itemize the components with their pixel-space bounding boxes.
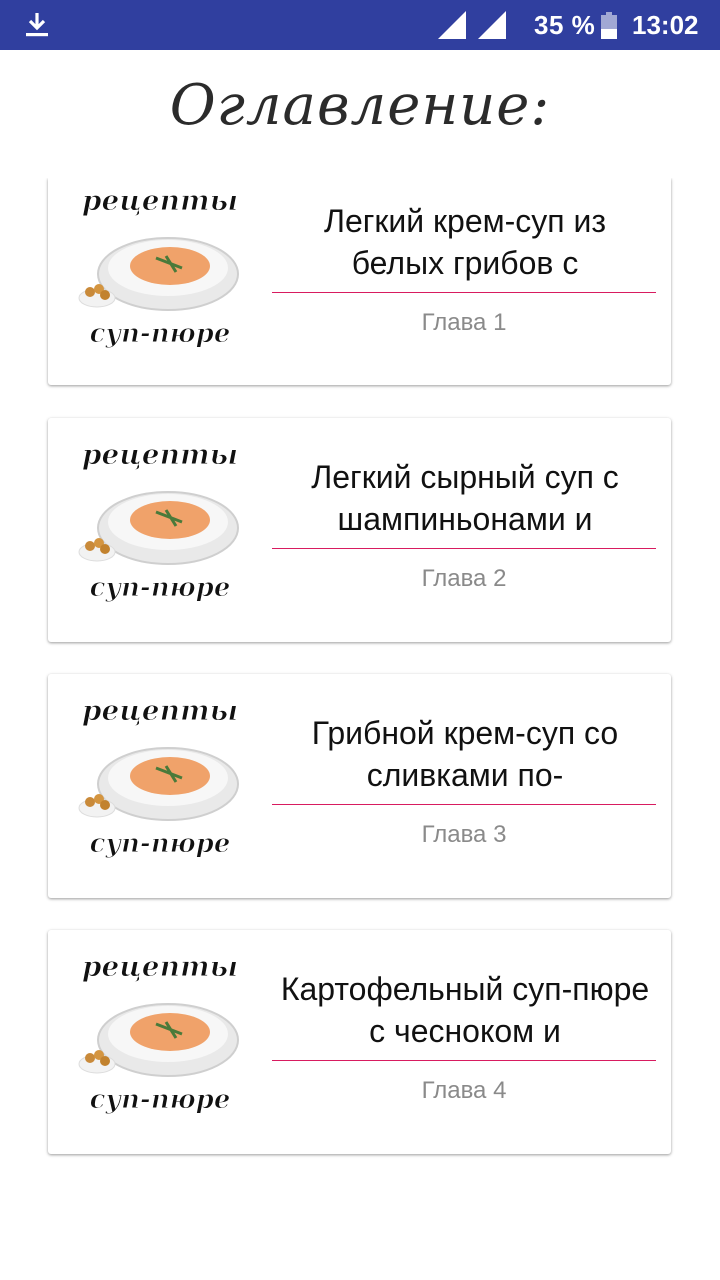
chapter-card[interactable]: рецепты суп-пюре Картофельный суп-пюре с…: [48, 930, 671, 1154]
divider: [272, 292, 656, 293]
page-title: Оглавление:: [169, 73, 551, 138]
svg-text:рецепты: рецепты: [82, 438, 238, 471]
svg-text:рецепты: рецепты: [82, 184, 238, 217]
svg-text:суп-пюре: суп-пюре: [90, 1085, 231, 1115]
divider: [272, 804, 656, 805]
download-icon: [26, 13, 48, 37]
svg-text:суп-пюре: суп-пюре: [90, 573, 231, 603]
chapter-label: Глава 1: [421, 309, 507, 336]
signal-icon: [478, 11, 506, 39]
recipe-thumbnail: рецепты суп-пюре: [74, 184, 246, 356]
chapter-title: Легкий сырный суп с шампиньонами и: [311, 459, 619, 537]
chapter-label: Глава 2: [421, 565, 507, 592]
signal-icon: [438, 11, 466, 39]
divider: [272, 548, 656, 549]
svg-text:рецепты: рецепты: [82, 950, 238, 983]
svg-text:суп-пюре: суп-пюре: [90, 319, 231, 349]
status-bar: 35 % 13:02: [0, 0, 720, 50]
battery-icon: [601, 12, 617, 39]
chapter-list[interactable]: рецепты суп-пюре Легкий крем-суп из белы…: [0, 178, 720, 1280]
chapter-card[interactable]: рецепты суп-пюре Легкий крем-суп из белы…: [48, 178, 671, 385]
chapter-label: Глава 4: [421, 1077, 507, 1104]
chapter-card[interactable]: рецепты суп-пюре Грибной крем-суп со сли…: [48, 674, 671, 898]
chapter-label: Глава 3: [421, 821, 507, 848]
divider: [272, 1060, 656, 1061]
svg-text:рецепты: рецепты: [82, 694, 238, 727]
recipe-thumbnail: рецепты суп-пюре: [74, 950, 246, 1122]
svg-text:суп-пюре: суп-пюре: [90, 829, 231, 859]
clock: 13:02: [632, 10, 699, 40]
chapter-title: Грибной крем-суп со сливками по-: [311, 715, 619, 793]
recipe-thumbnail: рецепты суп-пюре: [74, 694, 246, 866]
chapter-title: Картофельный суп-пюре с чесноком и: [280, 971, 650, 1049]
chapter-card[interactable]: рецепты суп-пюре Легкий сырный суп с шам…: [48, 418, 671, 642]
chapter-title: Легкий крем-суп из белых грибов с: [323, 203, 607, 281]
recipe-thumbnail: рецепты суп-пюре: [74, 438, 246, 610]
battery-percentage: 35 %: [534, 10, 596, 40]
